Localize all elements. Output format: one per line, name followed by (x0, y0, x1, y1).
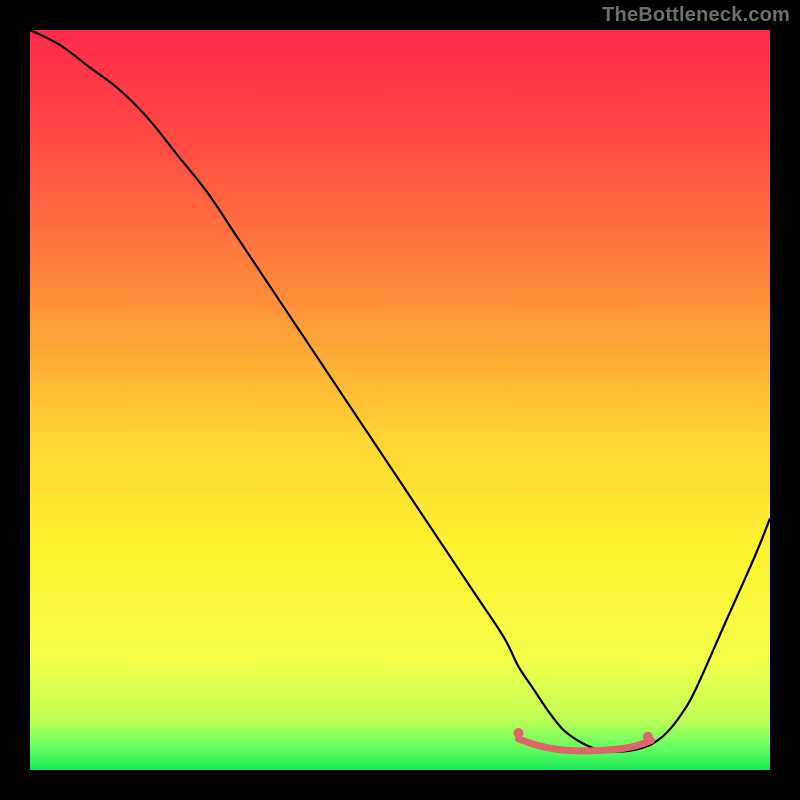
trough-dot (513, 728, 523, 738)
chart-container: TheBottleneck.com (0, 0, 800, 800)
watermark-text: TheBottleneck.com (602, 4, 790, 27)
plot-area (30, 30, 770, 770)
trough-dot (643, 732, 653, 742)
chart-svg (30, 30, 770, 770)
heatmap-background (30, 30, 770, 770)
